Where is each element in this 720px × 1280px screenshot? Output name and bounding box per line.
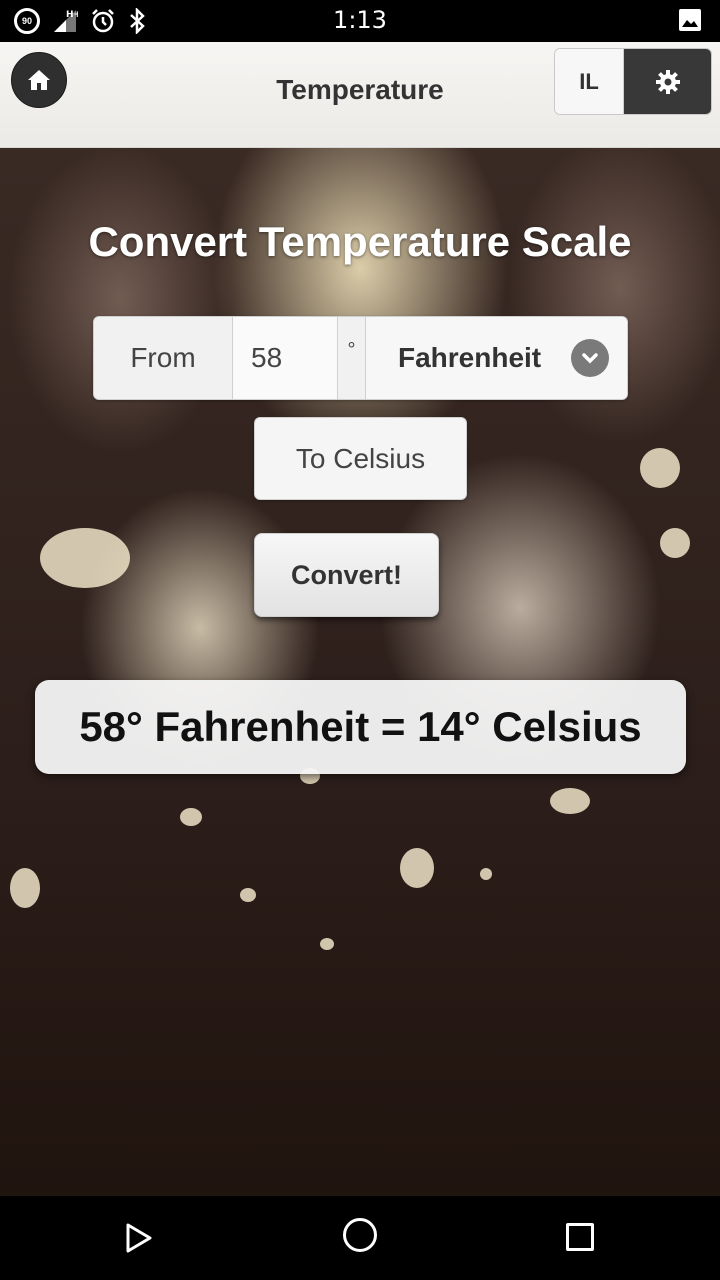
headline: Convert Temperature Scale [88,218,632,265]
flour-crumb [400,848,434,888]
to-scale-button[interactable]: To Celsius [254,417,467,500]
flour-crumb [550,788,590,814]
back-icon[interactable] [124,1222,154,1254]
temperature-input[interactable] [233,317,338,399]
scale-select[interactable]: Fahrenheit [366,317,627,399]
flour-crumb [660,528,690,558]
image-notification-icon [679,9,701,31]
flour-crumb [480,868,492,880]
status-bar: 90 H+ 1:13 [0,0,720,42]
conversion-input-group: From ° Fahrenheit [93,316,628,400]
flour-crumb [180,808,202,826]
navigation-bar [0,1196,720,1280]
header-button-group: IL [554,48,712,115]
flour-crumb [640,448,680,488]
status-icons-right [678,8,702,34]
flour-crumb [40,528,130,588]
from-label: From [94,317,233,399]
flour-crumb [10,868,40,908]
settings-button[interactable] [624,49,711,114]
background-image [0,148,720,1196]
flour-crumb [320,938,334,950]
language-button[interactable]: IL [555,49,624,114]
result-display: 58° Fahrenheit = 14° Celsius [35,680,686,774]
degree-symbol: ° [338,317,366,399]
chevron-down-icon [571,339,609,377]
home-circle-icon[interactable] [343,1218,377,1252]
convert-button[interactable]: Convert! [254,533,439,617]
recents-icon[interactable] [566,1223,594,1251]
app-header: Temperature IL [0,42,720,148]
flour-crumb [240,888,256,902]
gear-icon [655,69,680,94]
status-time: 1:13 [333,6,387,34]
scale-select-value: Fahrenheit [398,342,542,373]
